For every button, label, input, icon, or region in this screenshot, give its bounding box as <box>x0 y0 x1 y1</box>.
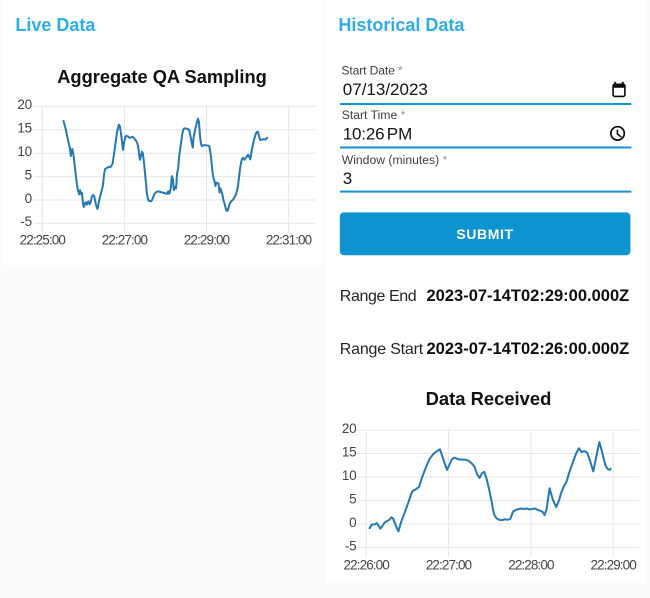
svg-text:PM: PM <box>387 124 413 143</box>
svg-text:22:29:00: 22:29:00 <box>591 557 637 572</box>
svg-text:22:27:00: 22:27:00 <box>426 557 472 572</box>
svg-text:Start Date *: Start Date * <box>341 63 403 77</box>
svg-text:-5: -5 <box>345 538 356 553</box>
svg-text:Data Received: Data Received <box>426 388 552 409</box>
svg-text:Live Data: Live Data <box>15 15 96 35</box>
svg-text:22:25:00: 22:25:00 <box>20 232 66 247</box>
svg-text:10: 10 <box>17 144 31 159</box>
svg-text:20: 20 <box>342 421 356 436</box>
svg-text:20: 20 <box>17 97 31 112</box>
svg-text:0: 0 <box>349 515 356 530</box>
svg-text:2023-07-14T02:26:00.000Z: 2023-07-14T02:26:00.000Z <box>427 340 630 358</box>
svg-text:5: 5 <box>349 491 356 506</box>
svg-text:22:31:00: 22:31:00 <box>266 232 312 247</box>
svg-text:07/13/2023: 07/13/2023 <box>343 80 428 99</box>
svg-text:Aggregate QA Sampling: Aggregate QA Sampling <box>57 66 267 87</box>
svg-text:22:27:00: 22:27:00 <box>102 232 148 247</box>
svg-text:Window (minutes) *: Window (minutes) * <box>342 153 448 167</box>
svg-text:-5: -5 <box>20 214 31 229</box>
svg-text:2023-07-14T02:29:00.000Z: 2023-07-14T02:29:00.000Z <box>427 287 630 305</box>
svg-text:15: 15 <box>342 444 356 459</box>
svg-text:Range Start: Range Start <box>340 341 424 358</box>
svg-text:10:26: 10:26 <box>343 124 385 143</box>
svg-text:22:28:00: 22:28:00 <box>508 557 554 572</box>
svg-text:0: 0 <box>25 191 32 206</box>
svg-text:22:29:00: 22:29:00 <box>184 232 230 247</box>
svg-text:22:26:00: 22:26:00 <box>344 557 390 572</box>
svg-text:Range End: Range End <box>340 288 416 305</box>
svg-text:Start Time *: Start Time * <box>342 108 406 122</box>
svg-text:10: 10 <box>342 468 356 483</box>
svg-text:3: 3 <box>343 169 352 188</box>
svg-text:Historical Data: Historical Data <box>338 15 465 35</box>
svg-text:SUBMIT: SUBMIT <box>456 226 513 242</box>
svg-text:5: 5 <box>25 167 32 182</box>
svg-text:15: 15 <box>17 121 31 136</box>
